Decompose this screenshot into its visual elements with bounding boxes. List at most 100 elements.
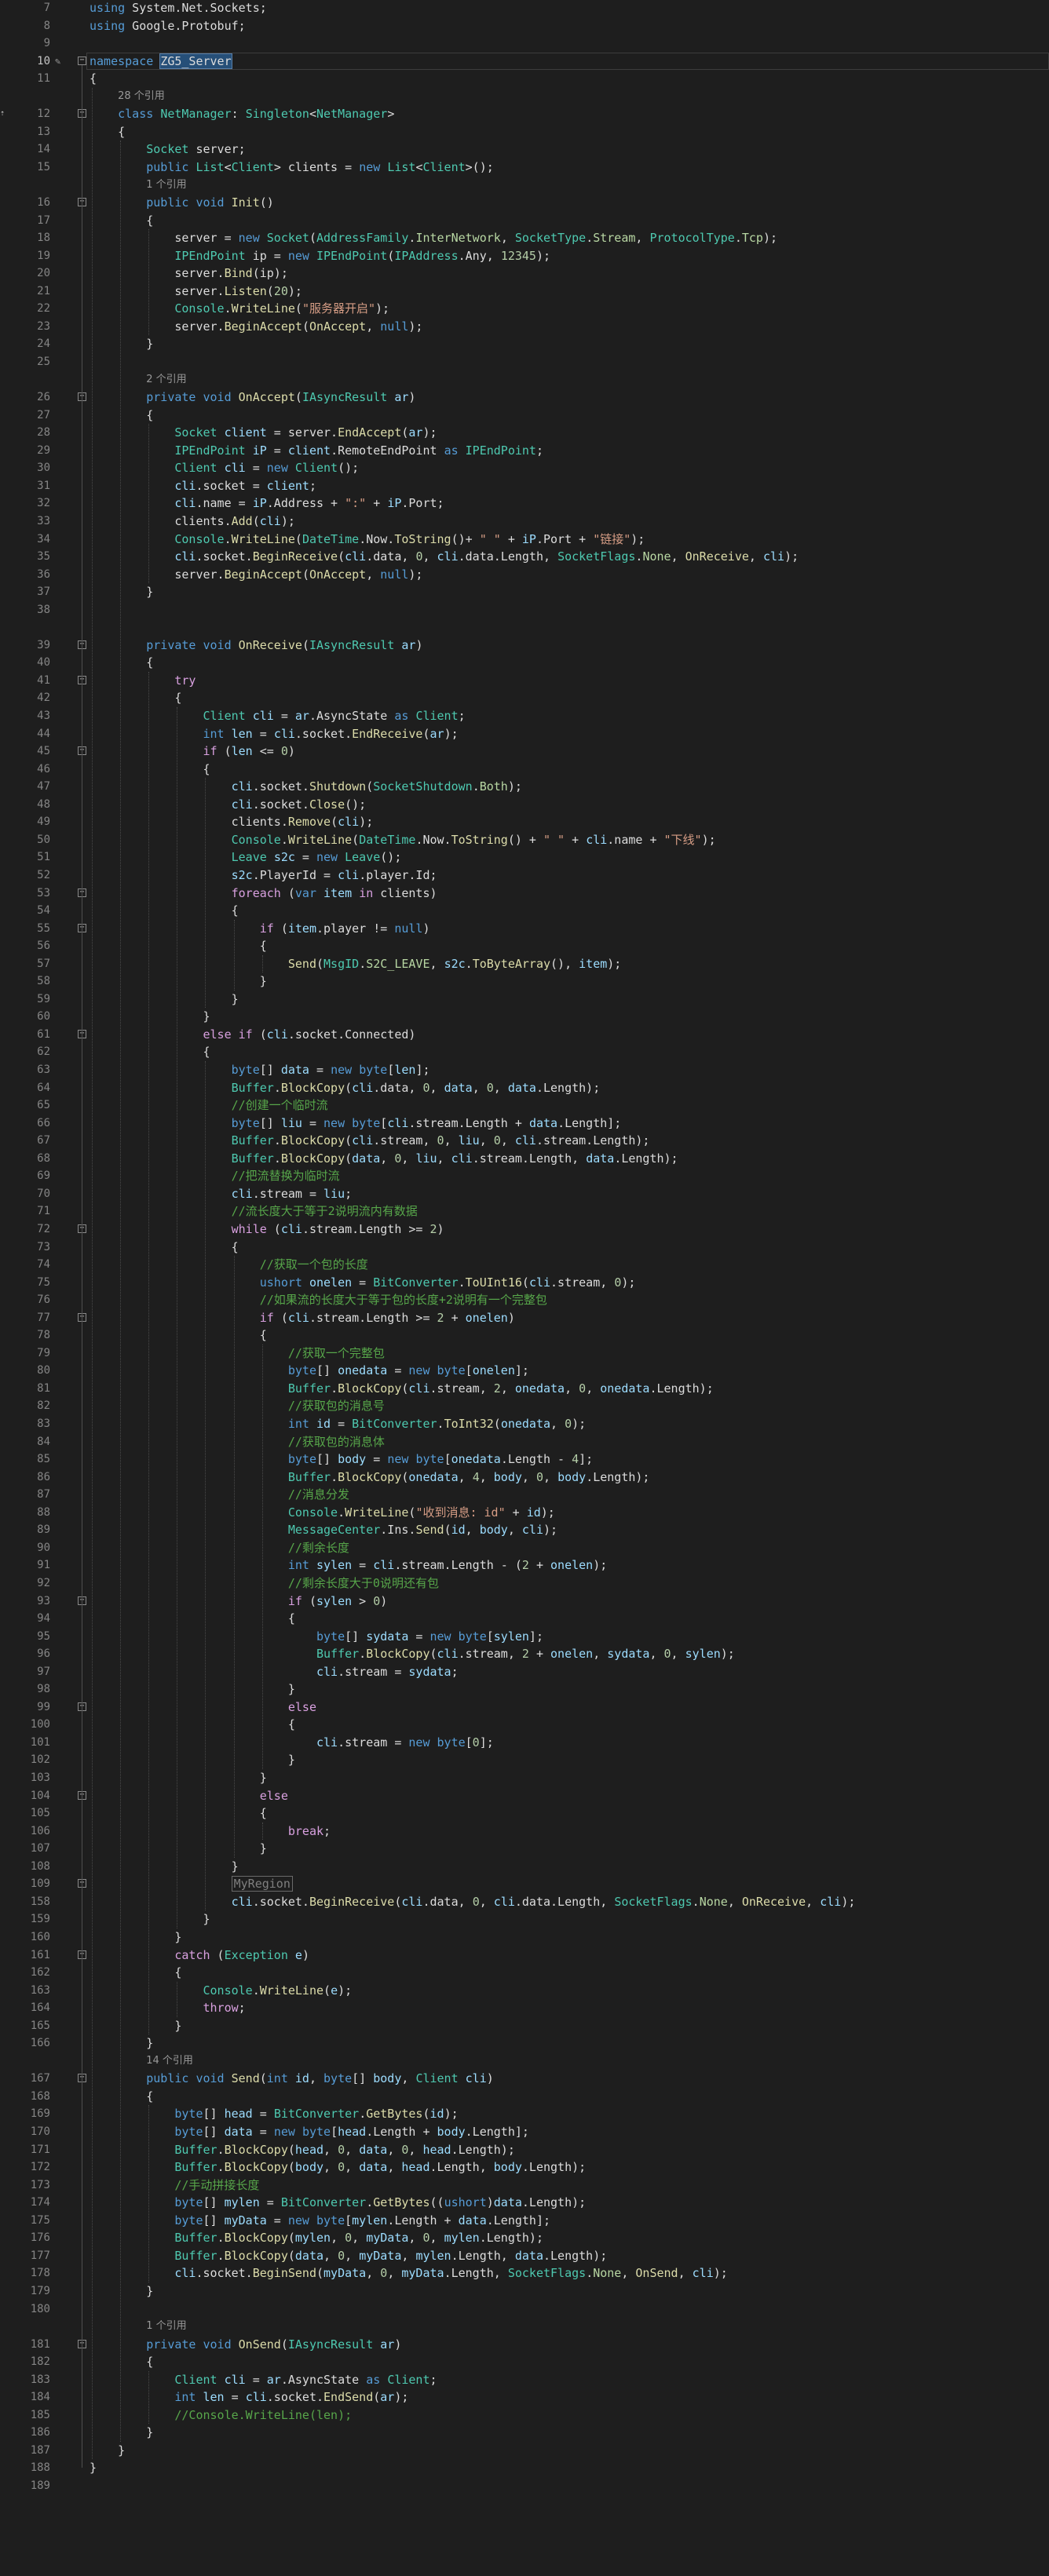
code-text[interactable]: } — [90, 2442, 125, 2460]
code-text[interactable]: Console.WriteLine(DateTime.Now.ToString(… — [90, 531, 645, 549]
code-text[interactable]: Client cli = ar.AsyncState as Client; — [90, 707, 466, 725]
edit-glyph-icon[interactable] — [0, 53, 14, 71]
code-text[interactable]: byte[] data = new byte[len]; — [90, 1061, 430, 1079]
code-text[interactable]: Buffer.BlockCopy(cli.stream, 2, onedata,… — [90, 1380, 714, 1398]
code-text[interactable]: //流长度大于等于2说明流内有数据 — [90, 1202, 418, 1220]
code-text[interactable]: cli.socket.BeginSend(myData, 0, myData.L… — [90, 2264, 727, 2282]
code-text[interactable]: break; — [90, 1823, 331, 1841]
code-text[interactable]: Buffer.BlockCopy(cli.data, 0, data, 0, d… — [90, 1079, 601, 1097]
codelens-reference-count[interactable]: 1 个引用 — [146, 177, 186, 195]
code-text[interactable]: } — [90, 2034, 153, 2052]
code-text[interactable]: Leave s2c = new Leave(); — [90, 848, 402, 867]
code-text[interactable]: while (cli.stream.Length >= 2) — [90, 1220, 444, 1239]
code-text[interactable]: Buffer.BlockCopy(body, 0, data, head.Len… — [90, 2158, 586, 2176]
code-text[interactable]: else — [90, 1787, 288, 1805]
code-text[interactable]: byte[] liu = new byte[cli.stream.Length … — [90, 1115, 622, 1133]
code-text[interactable]: Client cli = ar.AsyncState as Client; — [90, 2371, 437, 2389]
code-text[interactable]: { — [90, 654, 153, 672]
code-text[interactable]: int sylen = cli.stream.Length - (2 + one… — [90, 1556, 607, 1574]
codelens-reference-count[interactable]: 28 个引用 — [118, 88, 165, 106]
code-text[interactable]: cli.stream = liu; — [90, 1185, 353, 1203]
code-text[interactable]: //把流替换为临时流 — [90, 1167, 340, 1185]
code-text[interactable]: else if (cli.socket.Connected) — [90, 1026, 416, 1044]
code-text[interactable]: { — [90, 937, 267, 955]
code-text[interactable]: //创建一个临时流 — [90, 1096, 328, 1115]
code-text[interactable]: { — [90, 761, 210, 779]
code-text[interactable]: public void Send(int id, byte[] body, Cl… — [90, 2070, 494, 2088]
code-text[interactable]: IPEndPoint ip = new IPEndPoint(IPAddress… — [90, 247, 550, 265]
code-text[interactable]: { — [90, 2088, 153, 2106]
code-text[interactable]: { — [90, 1043, 210, 1061]
code-text[interactable]: { — [90, 2353, 153, 2371]
code-text[interactable]: server.Bind(ip); — [90, 265, 288, 283]
code-text[interactable]: namespace ZG5_Server — [90, 53, 232, 71]
code-text[interactable]: } — [90, 2282, 153, 2301]
code-text[interactable]: cli.socket.Close(); — [90, 796, 367, 814]
code-text[interactable]: { — [90, 1326, 267, 1345]
code-text[interactable]: Buffer.BlockCopy(data, 0, myData, mylen.… — [90, 2247, 607, 2265]
code-text[interactable]: //获取一个完整包 — [90, 1345, 385, 1363]
code-text[interactable]: //剩余长度 — [90, 1539, 349, 1557]
code-text[interactable]: } — [90, 1769, 267, 1787]
code-text[interactable]: catch (Exception e) — [90, 1947, 309, 1965]
code-text[interactable]: int id = BitConverter.ToInt32(onedata, 0… — [90, 1415, 586, 1433]
code-text[interactable]: { — [90, 902, 239, 920]
code-text[interactable]: server = new Socket(AddressFamily. InterN… — [90, 229, 777, 247]
code-text[interactable]: private void OnReceive(IAsyncResult ar) — [90, 637, 422, 655]
code-text[interactable]: } — [90, 583, 153, 601]
codelens-reference-count[interactable]: 14 个引用 — [146, 2052, 193, 2071]
quick-action-icon[interactable]: ✎ — [55, 53, 66, 71]
code-text[interactable]: MessageCenter.Ins.Send(id, body, cli); — [90, 1521, 557, 1539]
code-text[interactable]: Buffer.BlockCopy(cli.stream, 2 + onelen,… — [90, 1645, 735, 1663]
code-text[interactable]: //获取一个包的长度 — [90, 1256, 368, 1274]
code-text[interactable]: private void OnAccept(IAsyncResult ar) — [90, 389, 415, 407]
code-text[interactable]: } — [90, 1858, 239, 1876]
override-glyph-icon[interactable]: ⇡ — [0, 105, 14, 123]
code-text[interactable]: cli.socket.BeginReceive(cli.data, 0, cli… — [90, 1893, 856, 1911]
code-text[interactable]: { — [90, 70, 97, 88]
code-text[interactable]: if (cli.stream.Length >= 2 + onelen) — [90, 1309, 515, 1327]
code-text[interactable]: } — [90, 2017, 181, 2035]
code-text[interactable]: { — [90, 689, 181, 707]
code-text[interactable]: IPEndPoint iP = client.RemoteEndPoint as… — [90, 442, 543, 460]
code-text[interactable]: //获取包的消息体 — [90, 1433, 385, 1451]
code-text[interactable]: throw; — [90, 1999, 246, 2017]
code-text[interactable]: cli.stream = new byte[0]; — [90, 1734, 494, 1752]
code-text[interactable]: Socket client = server.EndAccept(ar); — [90, 424, 437, 442]
code-text[interactable]: server.BeginAccept(OnAccept, null); — [90, 318, 422, 336]
code-text[interactable]: s2c.PlayerId = cli.player.Id; — [90, 867, 437, 885]
code-text[interactable]: cli.socket.Shutdown(SocketShutdown.Both)… — [90, 778, 522, 796]
code-text[interactable]: Buffer.BlockCopy(onedata, 4, body, 0, bo… — [90, 1469, 650, 1487]
code-text[interactable]: byte[] head = BitConverter.GetBytes(id); — [90, 2105, 458, 2123]
code-text[interactable]: server.BeginAccept(OnAccept, null); — [90, 566, 422, 584]
code-text[interactable]: class NetManager: Singleton<NetManager> — [90, 105, 394, 123]
code-text[interactable]: Buffer.BlockCopy(data, 0, liu, cli.strea… — [90, 1150, 678, 1168]
code-text[interactable]: } — [90, 335, 153, 353]
code-text[interactable]: if (sylen > 0) — [90, 1593, 387, 1611]
code-text[interactable]: byte[] myData = new byte[mylen.Length + … — [90, 2212, 550, 2230]
code-text[interactable]: { — [90, 212, 153, 230]
code-text[interactable]: clients.Remove(cli); — [90, 813, 374, 831]
code-text[interactable]: { — [90, 1804, 267, 1823]
code-text[interactable]: Console.WriteLine("收到消息: id" + id); — [90, 1504, 555, 1522]
code-text[interactable]: } — [90, 972, 267, 991]
code-text[interactable]: //Console.WriteLine(len); — [90, 2406, 352, 2425]
collapsed-region[interactable]: MyRegion — [231, 1876, 293, 1892]
code-text[interactable]: } — [90, 1928, 181, 1947]
code-text[interactable]: byte[] body = new byte[onedata.Length - … — [90, 1450, 593, 1469]
code-text[interactable]: Console.WriteLine(e); — [90, 1982, 353, 2000]
code-text[interactable]: server.Listen(20); — [90, 283, 302, 301]
codelens-reference-count[interactable]: 2 个引用 — [146, 371, 186, 389]
code-text[interactable]: //如果流的长度大于等于包的长度+2说明有一个完整包 — [90, 1291, 547, 1309]
code-text[interactable]: //获取包的消息号 — [90, 1397, 385, 1415]
code-text[interactable]: //手动拼接长度 — [90, 2176, 259, 2195]
code-text[interactable]: //剩余长度大于0说明还有包 — [90, 1574, 439, 1593]
code-text[interactable]: } — [90, 2459, 97, 2477]
code-text[interactable]: { — [90, 407, 153, 425]
code-text[interactable]: } — [90, 1910, 210, 1928]
code-text[interactable]: { — [90, 1239, 239, 1257]
code-text[interactable]: } — [90, 1008, 210, 1026]
code-editor[interactable]: 7 using System.Net.Sockets; 8 using Google.… — [0, 0, 1049, 2576]
code-text[interactable]: public List<Client> clients = new List<C… — [90, 159, 494, 177]
code-text[interactable]: byte[] sydata = new byte[sylen]; — [90, 1628, 543, 1646]
